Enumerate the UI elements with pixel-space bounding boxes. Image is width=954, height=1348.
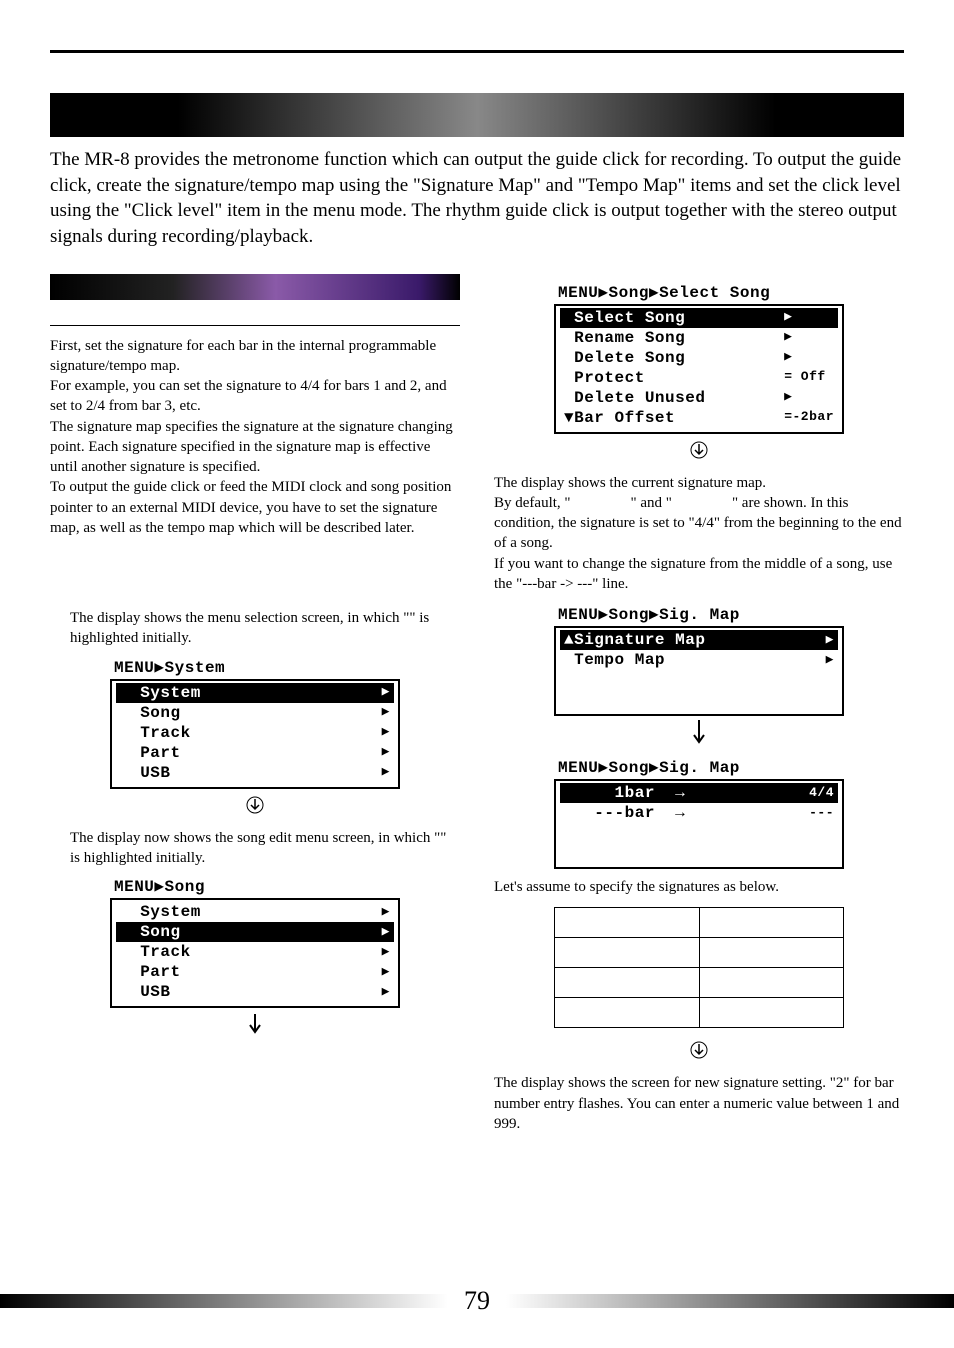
signature-map-body: First, set the signature for each bar in… (50, 336, 460, 539)
lcd-menu-song: MENU▶Song System▶ Song▶ Track▶ Part▶ USB… (110, 876, 400, 1008)
lcd-sig-map-values: MENU▶Song▶Sig. Map 1bar →4/4 ---bar →--- (554, 757, 844, 869)
left-column: First, set the signature for each bar in… (50, 274, 460, 1135)
down-arrow-small-icon (50, 1014, 460, 1041)
lcd-row (560, 670, 838, 690)
p-left-2: For example, you can set the signature t… (50, 376, 460, 417)
step1-text: The display shows the menu selection scr… (50, 608, 460, 649)
lcd-row: Song▶ (116, 922, 394, 942)
lcd-row: Select Song▶ (560, 308, 838, 328)
lcd-menu-system: MENU▶System System▶ Song▶ Track▶ Part▶ U… (110, 657, 400, 789)
lcd-row: Delete Song▶ (560, 348, 838, 368)
lcd-row: Part▶ (116, 962, 394, 982)
lcd-select-song: MENU▶Song▶Select Song Select Song▶ Renam… (554, 282, 844, 434)
top-double-rule (50, 50, 904, 53)
lcd-row (560, 690, 838, 710)
lcd-row: Delete Unused▶ (560, 388, 838, 408)
lcd-row: Track▶ (116, 723, 394, 743)
lcd-row: USB▶ (116, 982, 394, 1002)
right-p3: Let's assume to specify the signatures a… (494, 877, 904, 897)
lcd-row: System▶ (116, 683, 394, 703)
lcd-row: Song▶ (116, 703, 394, 723)
hero-gradient-bar (50, 93, 904, 137)
right-p2: If you want to change the signature from… (494, 554, 904, 595)
page-number: 79 (448, 1286, 506, 1316)
lcd-row: Part▶ (116, 743, 394, 763)
footer-bar-left (0, 1294, 448, 1308)
lcd-row: ---bar →--- (560, 803, 838, 823)
right-p4: The display shows the screen for new sig… (494, 1073, 904, 1134)
right-column: MENU▶Song▶Select Song Select Song▶ Renam… (494, 274, 904, 1135)
down-arrow-icon (494, 1040, 904, 1065)
lcd-row (560, 843, 838, 863)
signature-example-table (554, 907, 844, 1028)
lcd-row: USB▶ (116, 763, 394, 783)
lcd-row: Rename Song▶ (560, 328, 838, 348)
down-arrow-icon (494, 440, 904, 465)
lcd-row: System▶ (116, 902, 394, 922)
lcd-sig-map-menu: MENU▶Song▶Sig. Map ▲Signature Map▶ Tempo… (554, 604, 844, 716)
p-left-1: First, set the signature for each bar in… (50, 336, 460, 377)
lcd-row: Tempo Map▶ (560, 650, 838, 670)
lcd-row: 1bar →4/4 (560, 783, 838, 803)
right-p1: The display shows the current signature … (494, 473, 904, 595)
lcd-row (560, 823, 838, 843)
page-footer: 79 (0, 1286, 954, 1316)
lcd-row: Protect= Off (560, 368, 838, 388)
lcd-row: Track▶ (116, 942, 394, 962)
section-bar-left (50, 274, 460, 300)
lcd-row: ▲Signature Map▶ (560, 630, 838, 650)
connector-arrow-icon (494, 720, 904, 751)
footer-bar-right (506, 1294, 954, 1308)
p-left-4: To output the guide click or feed the MI… (50, 477, 460, 538)
step2-text: The display now shows the song edit menu… (50, 828, 460, 869)
down-arrow-icon (50, 795, 460, 820)
subsection-rule (50, 312, 460, 326)
intro-paragraph: The MR-8 provides the metronome function… (50, 147, 904, 250)
p-left-3: The signature map specifies the signatur… (50, 417, 460, 478)
lcd-row: ▼Bar Offset=-2bar (560, 408, 838, 428)
